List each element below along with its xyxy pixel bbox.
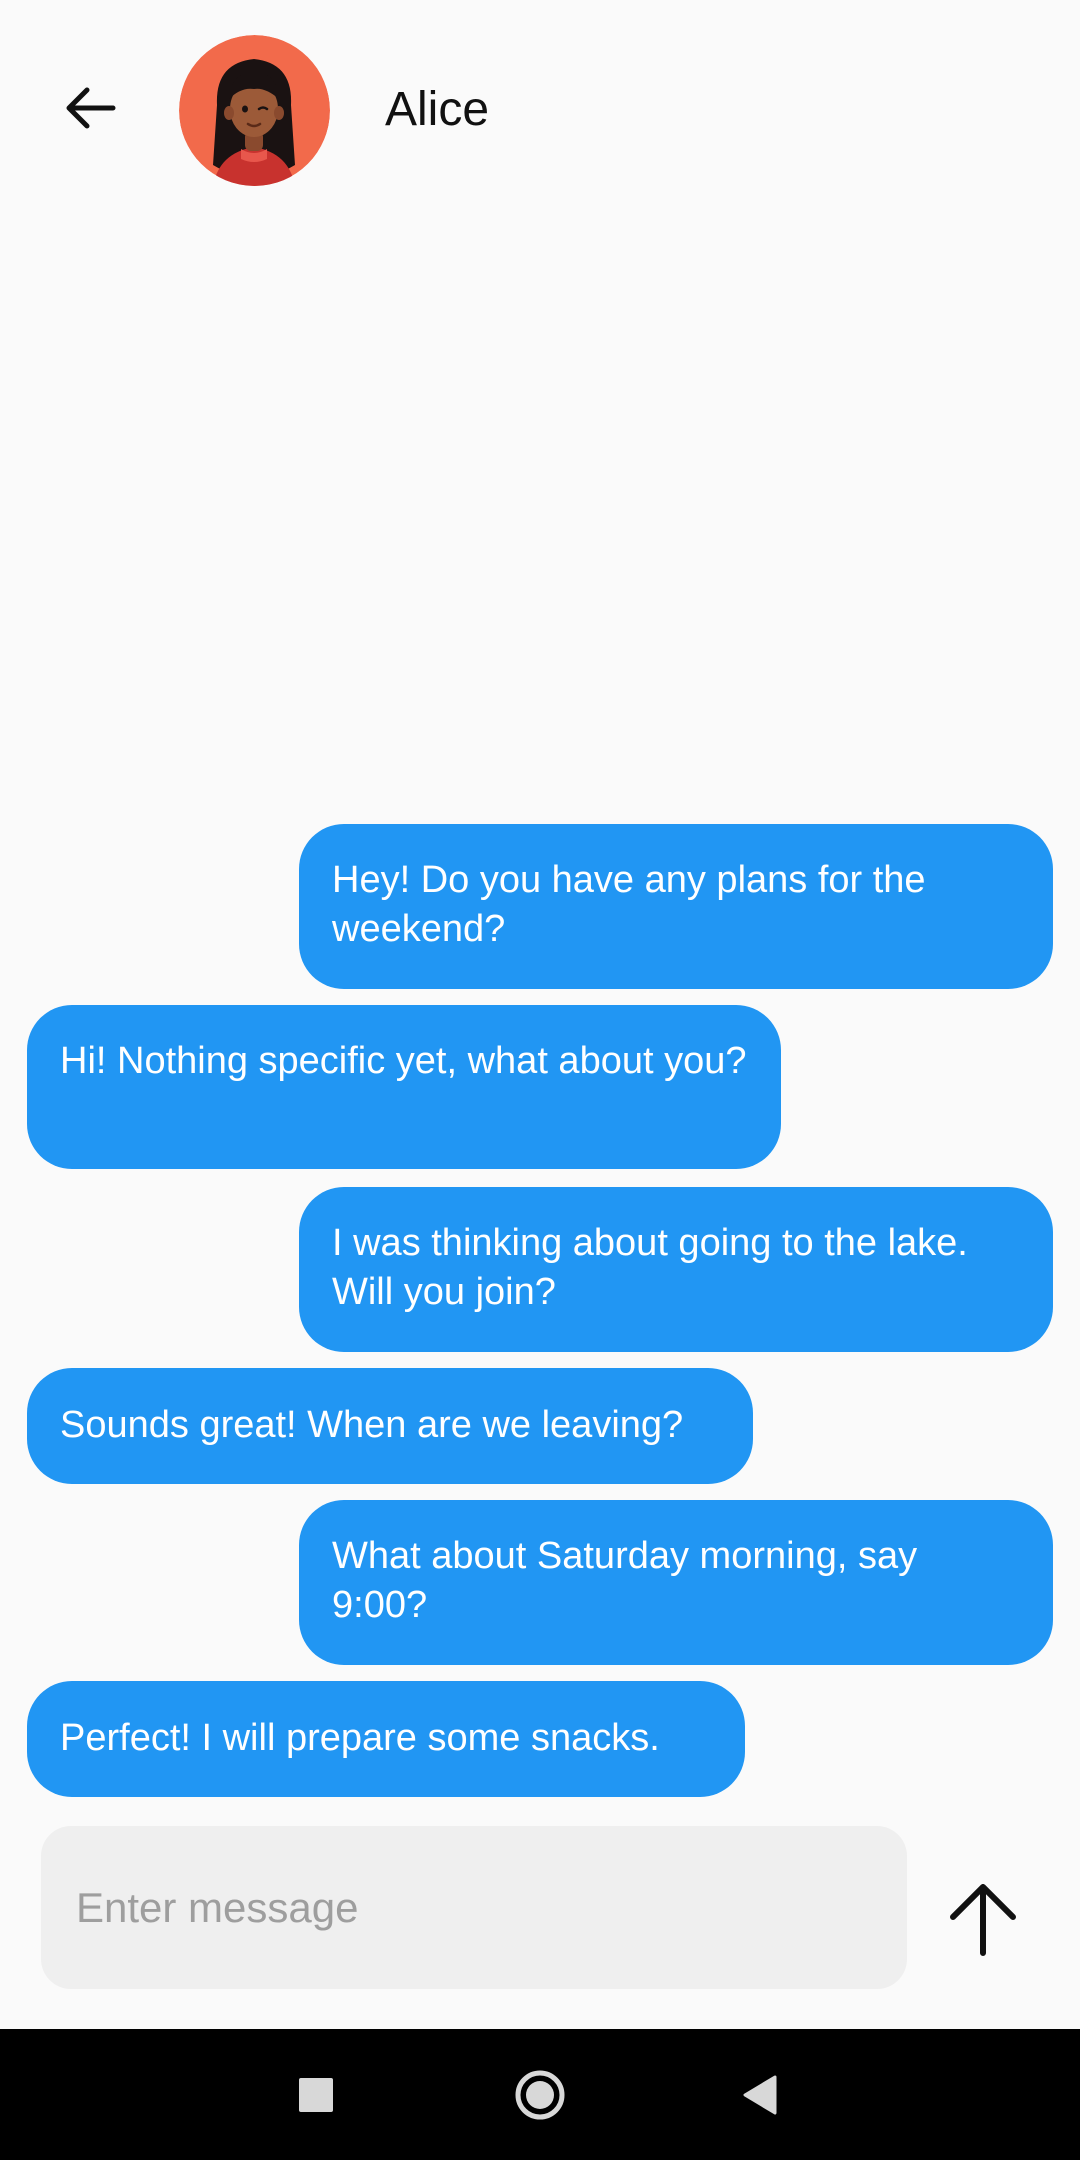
contact-name: Alice bbox=[385, 83, 490, 136]
send-button[interactable] bbox=[940, 1876, 1026, 1962]
arrow-up-icon bbox=[950, 1884, 1016, 1956]
back-button[interactable] bbox=[55, 72, 127, 144]
home-button[interactable] bbox=[480, 2029, 600, 2160]
message-sent: I was thinking about going to the lake. … bbox=[299, 1187, 1053, 1352]
triangle-back-icon bbox=[743, 2075, 777, 2114]
message-composer bbox=[41, 1826, 907, 1989]
arrow-left-icon bbox=[66, 87, 116, 129]
chat-header: Alice bbox=[0, 0, 1080, 220]
message-received: Perfect! I will prepare some snacks. bbox=[27, 1681, 745, 1797]
message-sent: Hey! Do you have any plans for the weeke… bbox=[299, 824, 1053, 989]
message-received: Sounds great! When are we leaving? bbox=[27, 1368, 753, 1484]
recents-button[interactable] bbox=[256, 2029, 376, 2160]
message-input[interactable] bbox=[74, 1882, 874, 1933]
contact-avatar bbox=[179, 35, 330, 186]
message-sent: What about Saturday morning, say 9:00? bbox=[299, 1500, 1053, 1665]
message-received: Hi! Nothing specific yet, what about you… bbox=[27, 1005, 781, 1169]
system-nav-bar bbox=[0, 2029, 1080, 2160]
avatar[interactable] bbox=[179, 35, 330, 186]
system-back-button[interactable] bbox=[700, 2029, 820, 2160]
circle-icon bbox=[515, 2070, 565, 2119]
square-icon bbox=[299, 2077, 333, 2112]
